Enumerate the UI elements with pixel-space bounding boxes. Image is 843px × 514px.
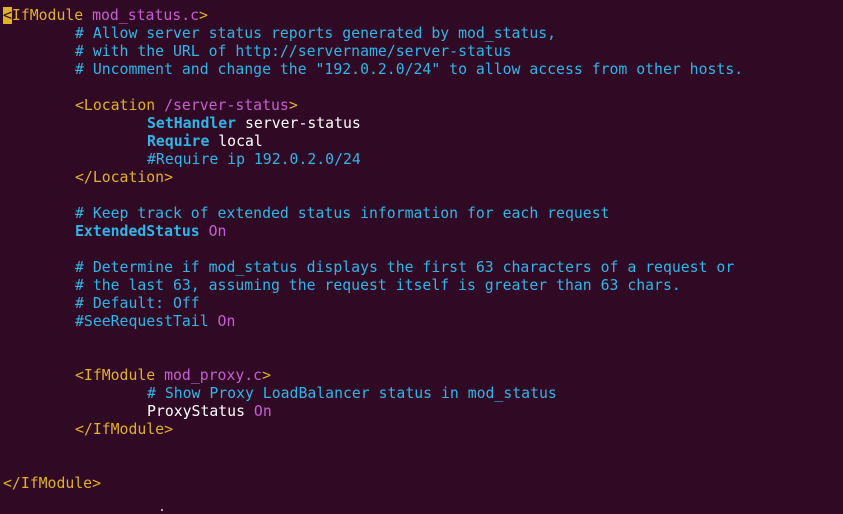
code-line-16: # the last 63, assuming the request itse…: [75, 277, 681, 294]
directive-value: local: [209, 133, 263, 150]
code-line-15: # Determine if mod_status displays the f…: [75, 259, 735, 276]
location-argument: /server-status: [155, 97, 289, 114]
terminal-window[interactable]: <IfModule mod_status.c> # Allow server s…: [0, 0, 843, 514]
directive-value: On: [199, 223, 227, 240]
code-line-1: <IfModule mod_status.c>: [0, 7, 843, 25]
directive-value: server-status: [236, 115, 361, 132]
ifmodule-close-tag: </IfModule>: [75, 421, 173, 438]
ifmodule-argument: mod_proxy.c: [155, 367, 263, 384]
text-cursor: <: [3, 7, 12, 24]
commented-directive: #SeeRequestTail: [75, 313, 209, 330]
code-line-22: # Show Proxy LoadBalancer status in mod_…: [147, 385, 557, 402]
code-line-8: Require local: [0, 133, 843, 151]
location-open-tag: <Location: [75, 97, 156, 114]
code-line-3: # with the URL of http://servername/serv…: [75, 43, 512, 60]
code-line-6: <Location /server-status>: [0, 97, 843, 115]
tag-bracket: >: [262, 367, 272, 384]
code-line-21: <IfModule mod_proxy.c>: [0, 367, 843, 385]
directive-value: On: [245, 403, 272, 420]
ifmodule-open-tag: IfModule: [11, 7, 84, 24]
location-close-tag: </Location>: [75, 169, 173, 186]
tag-bracket: >: [288, 97, 298, 114]
code-line-18: #SeeRequestTail On: [0, 313, 843, 331]
code-line-13: ExtendedStatus On: [0, 223, 843, 241]
code-line-9: #Require ip 192.0.2.0/24: [147, 151, 361, 168]
code-line-23: ProxyStatus On: [0, 403, 843, 421]
ifmodule-open-tag: <IfModule: [75, 367, 156, 384]
directive-sethandler: SetHandler: [147, 115, 237, 132]
directive-require: Require: [147, 133, 210, 150]
code-line-7: SetHandler server-status: [0, 115, 843, 133]
directive-extendedstatus: ExtendedStatus: [75, 223, 200, 240]
stray-pixel: [161, 509, 163, 511]
ifmodule-close-tag-outer: </IfModule>: [3, 475, 101, 492]
code-line-4: # Uncomment and change the "192.0.2.0/24…: [75, 61, 744, 78]
directive-value: On: [208, 313, 236, 330]
tag-bracket: >: [199, 7, 208, 24]
code-line-12: # Keep track of extended status informat…: [75, 205, 610, 222]
directive-proxystatus: ProxyStatus: [147, 403, 245, 420]
code-line-17: # Default: Off: [75, 295, 200, 312]
code-line-2: # Allow server status reports generated …: [75, 25, 557, 42]
ifmodule-argument: mod_status.c: [83, 7, 200, 24]
